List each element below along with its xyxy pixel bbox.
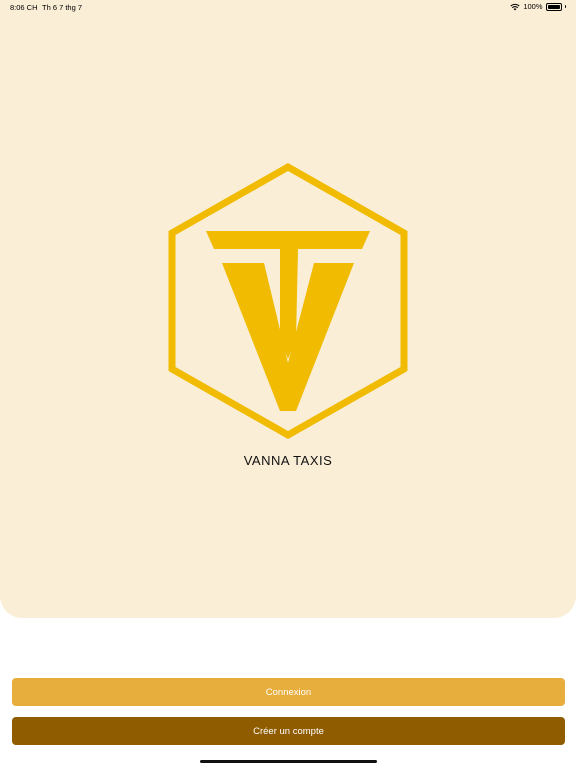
- logo-v-left: [222, 263, 288, 411]
- vanna-taxis-logo: [168, 163, 408, 439]
- logo-v-right: [288, 263, 354, 411]
- battery-level: [547, 4, 560, 9]
- brand-name: VANNA TAXIS: [243, 453, 333, 468]
- status-bar: 8:06 CH Th 6 7 thg 7 100%: [0, 0, 576, 14]
- hero-panel: VANNA TAXIS: [0, 0, 576, 618]
- welcome-screen: VANNA TAXIS 8:06 CH Th 6 7 thg 7 100% Co…: [0, 0, 576, 768]
- status-right: 100%: [510, 2, 566, 11]
- status-date: Th 6 7 thg 7: [42, 3, 83, 12]
- create-account-button[interactable]: Créer un compte: [12, 717, 565, 745]
- logo-t-bar: [206, 231, 370, 249]
- wifi-icon: [510, 3, 520, 10]
- battery-cap: [564, 5, 566, 8]
- battery-icon: [545, 2, 562, 11]
- login-button[interactable]: Connexion: [12, 678, 565, 706]
- home-indicator[interactable]: [200, 760, 377, 763]
- status-time: 8:06 CH: [10, 3, 38, 12]
- battery-percent: 100%: [523, 2, 543, 11]
